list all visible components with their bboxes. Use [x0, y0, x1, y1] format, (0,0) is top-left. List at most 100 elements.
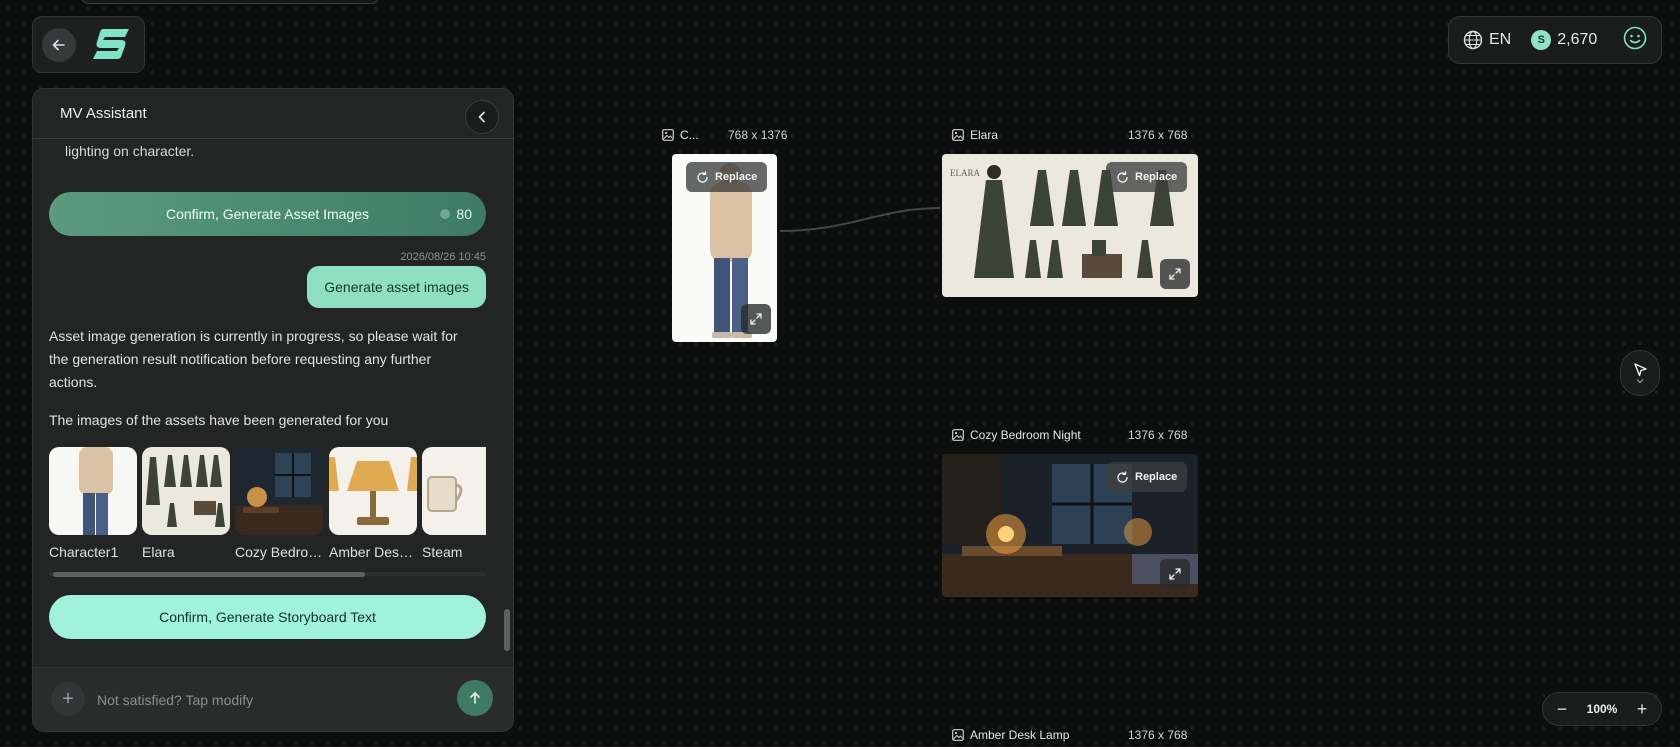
image-icon	[952, 129, 964, 141]
expand-icon	[1169, 568, 1181, 580]
asset-image	[329, 447, 417, 535]
cursor-icon	[1634, 363, 1647, 377]
asset-image	[422, 447, 486, 535]
assistant-message: Asset image generation is currently in p…	[49, 328, 458, 390]
canvas-node-elara[interactable]: ELARA Replace	[942, 154, 1198, 297]
panel-header: MV Assistant	[33, 89, 513, 139]
cost-value: 80	[456, 206, 472, 222]
asset-label: Character1	[49, 544, 119, 560]
confirm-generate-assets-button[interactable]: Confirm, Generate Asset Images 80	[49, 192, 486, 236]
canvas-node-character[interactable]: Replace	[672, 154, 777, 342]
arrow-left-icon	[52, 39, 65, 51]
zoom-out-button[interactable]: −	[1553, 699, 1571, 720]
canvas-node-title: Cozy Bedroom Night	[952, 428, 1081, 442]
plus-icon: +	[62, 687, 74, 710]
asset-image	[235, 447, 323, 535]
replace-label: Replace	[715, 171, 758, 183]
asset-label: Steam	[422, 544, 463, 560]
asset-label: Elara	[142, 544, 175, 560]
node-dimensions: 1376 x 768	[1128, 428, 1188, 442]
credit-coin-icon	[440, 209, 451, 219]
previous-message-text: lighting on character.	[65, 143, 195, 159]
assistant-panel: MV Assistant lighting on character. Conf…	[32, 88, 514, 732]
chat-input[interactable]	[95, 682, 419, 718]
node-dimensions: 768 x 1376	[728, 128, 788, 142]
asset-image	[142, 447, 230, 535]
language-switch[interactable]: EN	[1463, 30, 1511, 50]
confirm-assets-label: Confirm, Generate Asset Images	[165, 206, 370, 222]
bedroom-scene-icon	[235, 453, 323, 535]
canvas-node-title: Elara	[952, 128, 998, 142]
chat-input-bar: +	[33, 667, 513, 731]
image-icon	[952, 429, 964, 441]
top-search-pill	[80, 0, 380, 4]
desk-lamp-icon	[329, 457, 417, 525]
expand-button[interactable]	[741, 304, 771, 334]
refresh-icon	[1117, 170, 1128, 183]
node-dimensions: 1376 x 768	[1128, 128, 1188, 142]
replace-button[interactable]: Replace	[1106, 162, 1188, 192]
asset-thumbnail-strip: Character1 Elara Cozy Bedroom Amber Desk…	[49, 447, 486, 567]
asset-label: Amber Desk Lamp	[329, 544, 417, 560]
globe-icon	[1463, 30, 1483, 50]
credit-coin-icon: S	[1531, 30, 1552, 50]
steam-mug-icon	[427, 476, 463, 512]
asset-thumbnail[interactable]: Elara	[142, 447, 230, 560]
canvas-node-title: C...	[662, 128, 699, 142]
replace-button[interactable]: Replace	[1106, 462, 1188, 492]
chevron-down-icon	[1636, 379, 1644, 384]
character-sheet-icon	[146, 455, 225, 527]
credits-value: 2,670	[1557, 31, 1598, 48]
image-icon	[952, 729, 964, 741]
top-right-toolbar: EN S 2,670	[1448, 16, 1662, 64]
logo-box	[32, 16, 145, 73]
assistant-message: The images of the assets have been gener…	[49, 412, 389, 428]
select-tool-button[interactable]	[1620, 350, 1660, 396]
message-timestamp: 2026/08/26 10:45	[400, 251, 486, 263]
collapse-panel-button[interactable]	[465, 100, 499, 134]
brand-logo-icon	[93, 29, 129, 59]
user-message-bubble: Generate asset images	[307, 266, 486, 308]
back-button[interactable]	[42, 28, 76, 62]
chevron-left-icon	[478, 111, 485, 123]
expand-button[interactable]	[1160, 259, 1190, 289]
expand-icon	[750, 313, 762, 325]
credits-display[interactable]: S 2,670	[1531, 30, 1597, 50]
arrow-up-icon	[470, 692, 480, 704]
node-name: Cozy Bedroom Night	[970, 428, 1081, 442]
thumbnail-scrollbar[interactable]	[53, 572, 365, 577]
asset-label: Cozy Bedroom Night	[235, 544, 323, 560]
asset-thumbnail[interactable]: Steam	[422, 447, 486, 560]
expand-icon	[1169, 268, 1181, 280]
node-name: C...	[680, 128, 699, 142]
panel-title: MV Assistant	[60, 105, 147, 122]
expand-button[interactable]	[1160, 559, 1190, 589]
canvas-node-title: Amber Desk Lamp	[952, 728, 1069, 742]
asset-thumbnail[interactable]: Cozy Bedroom Night	[235, 447, 323, 560]
replace-label: Replace	[1135, 171, 1178, 183]
zoom-level: 100%	[1586, 702, 1618, 716]
confirm-generate-storyboard-button[interactable]: Confirm, Generate Storyboard Text	[49, 595, 486, 639]
language-label: EN	[1489, 31, 1512, 48]
zoom-in-button[interactable]: +	[1633, 699, 1651, 720]
cost-badge: 80	[440, 206, 472, 222]
svg-text:ELARA: ELARA	[950, 168, 980, 178]
user-avatar[interactable]	[1623, 26, 1647, 55]
asset-image	[49, 447, 137, 535]
refresh-icon	[697, 170, 708, 183]
asset-thumbnail[interactable]: Character1	[49, 447, 137, 560]
node-name: Elara	[970, 128, 999, 142]
attach-button[interactable]: +	[51, 682, 85, 716]
canvas-node-bedroom[interactable]: Replace	[942, 454, 1198, 597]
replace-label: Replace	[1135, 471, 1178, 483]
send-button[interactable]	[457, 680, 493, 716]
image-icon	[662, 129, 674, 141]
node-name: Amber Desk Lamp	[970, 728, 1070, 742]
replace-button[interactable]: Replace	[686, 162, 768, 192]
zoom-control: − 100% +	[1542, 692, 1662, 726]
node-dimensions: 1376 x 768	[1128, 728, 1188, 742]
asset-thumbnail[interactable]: Amber Desk Lamp	[329, 447, 417, 560]
smiley-avatar-icon	[1623, 26, 1647, 49]
character-figure-icon	[79, 447, 113, 535]
chat-scrollbar[interactable]	[504, 609, 510, 651]
